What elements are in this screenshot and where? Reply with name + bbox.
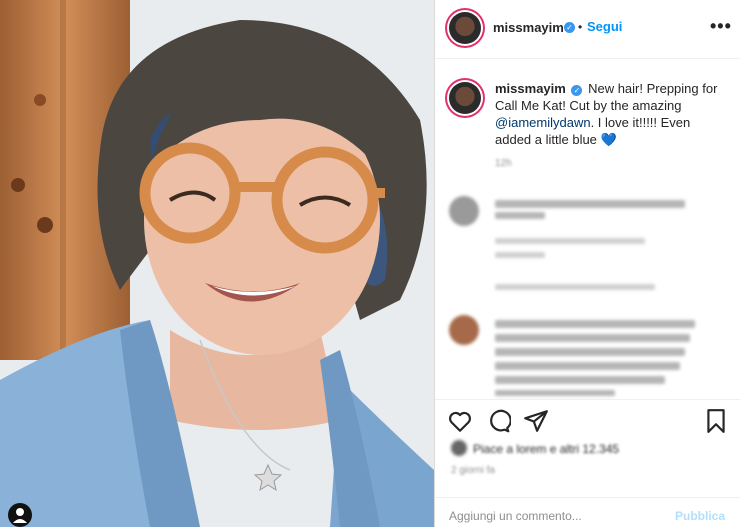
caption-verified-badge-icon: ✓ — [571, 85, 583, 96]
blurred-comment-line — [495, 376, 665, 384]
likes-summary[interactable]: Piace a lorem e altri 12.345 — [473, 442, 619, 456]
blurred-comment-line — [495, 334, 690, 342]
blurred-comment-line — [495, 200, 685, 208]
caption-username[interactable]: missmayim — [495, 81, 566, 96]
blurred-comment-line — [495, 212, 545, 219]
post-time-ago: 2 giorni fa — [451, 465, 495, 476]
author-username[interactable]: missmayim — [493, 20, 564, 35]
blurred-comment-line — [495, 320, 695, 328]
user-tag-icon[interactable] — [8, 503, 32, 527]
blurred-view-replies — [495, 284, 655, 290]
verified-badge-icon: ✓ — [564, 22, 575, 33]
comment-input[interactable]: Aggiungi un commento... — [449, 509, 582, 523]
add-comment-bar: Aggiungi un commento... Pubblica — [435, 497, 740, 527]
liked-by-avatar — [451, 440, 467, 456]
post-header: missmayim ✓ • Segui ••• — [435, 0, 740, 59]
post-actions-bar — [435, 399, 740, 448]
header-separator: • — [578, 20, 583, 34]
blurred-comment-line — [495, 390, 615, 396]
heart-icon[interactable] — [447, 408, 473, 434]
caption-mention-link[interactable]: @iamemilydawn — [495, 115, 591, 130]
caption-timestamp: 12h — [495, 158, 512, 169]
comment-icon[interactable] — [485, 408, 511, 434]
instagram-post-viewer: missmayim ✓ • Segui ••• missmayim ✓ New … — [0, 0, 740, 527]
post-caption: missmayim ✓ New hair! Prepping for Call … — [495, 80, 721, 148]
post-sidebar: missmayim ✓ • Segui ••• missmayim ✓ New … — [434, 0, 740, 527]
follow-button[interactable]: Segui — [587, 19, 622, 34]
blurred-comment-meta — [495, 252, 545, 258]
more-options-icon[interactable]: ••• — [710, 16, 732, 37]
share-icon[interactable] — [523, 408, 549, 434]
bookmark-icon[interactable] — [703, 408, 729, 434]
blurred-comment-line — [495, 362, 680, 370]
caption-avatar[interactable] — [449, 82, 481, 114]
blurred-comment-meta — [495, 238, 645, 244]
blurred-comment-line — [495, 348, 685, 356]
post-photo-illustration — [0, 0, 434, 527]
comment-avatar — [449, 196, 479, 226]
post-photo[interactable] — [0, 0, 434, 527]
publish-button[interactable]: Pubblica — [675, 509, 725, 523]
author-avatar[interactable] — [449, 12, 481, 44]
blue-heart-emoji: 💙 — [600, 132, 617, 147]
comment-avatar — [449, 315, 479, 345]
